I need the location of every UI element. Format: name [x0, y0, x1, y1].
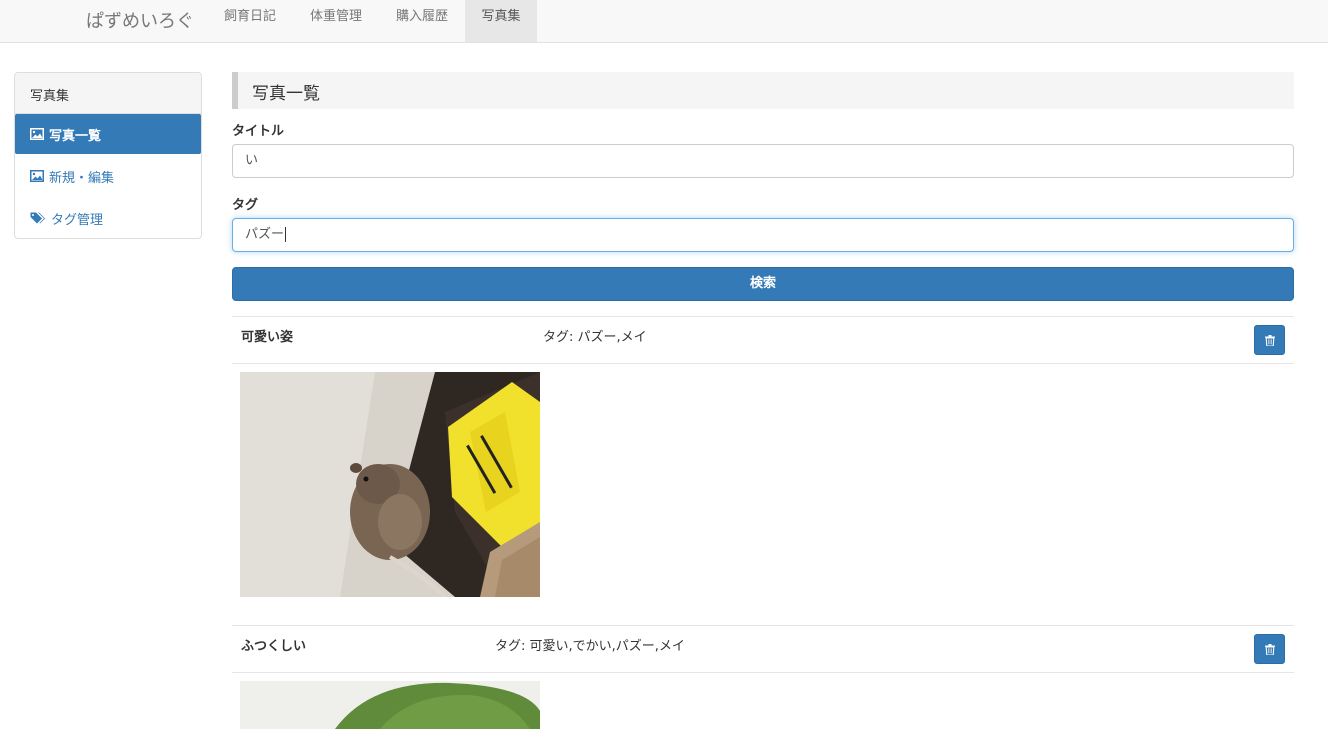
photo-title: ふつくしい — [241, 639, 307, 654]
tag-input[interactable]: パズー — [232, 218, 1294, 252]
top-navbar: ぱずめいろぐ 飼育日記 体重管理 購入履歴 写真集 — [0, 0, 1328, 43]
picture-icon — [30, 128, 44, 140]
photo-title: 可愛い姿 — [241, 330, 294, 345]
photo-tags-label: タグ: — [543, 330, 574, 345]
nav-purchase-history[interactable]: 購入履歴 — [382, 0, 462, 42]
photo-tags-value: 可愛い,でかい,パズー,メイ — [529, 639, 685, 654]
photo-image — [240, 372, 540, 597]
trash-icon — [1264, 643, 1275, 655]
photo-tags-value: パズー,メイ — [577, 330, 647, 345]
title-input-value: い — [245, 153, 259, 168]
delete-button[interactable] — [1254, 634, 1285, 664]
photo-image — [240, 681, 540, 729]
title-label: タイトル — [232, 124, 285, 139]
sidebar-item-tag-management[interactable]: タグ管理 — [15, 198, 201, 238]
sidebar-item-label: 新規・編集 — [49, 170, 115, 186]
divider — [232, 316, 1294, 317]
page-title: 写真一覧 — [232, 72, 1294, 109]
sidebar-item-label: タグ管理 — [51, 212, 104, 228]
photo-tags: タグ: 可愛い,でかい,パズー,メイ — [495, 635, 685, 654]
sidebar-item-label: 写真一覧 — [49, 128, 102, 144]
tag-label: タグ — [232, 198, 259, 213]
photo-tags-label: タグ: — [495, 639, 526, 654]
sidebar-item-new-edit[interactable]: 新規・編集 — [15, 156, 201, 196]
title-input[interactable]: い — [232, 144, 1294, 178]
search-button[interactable]: 検索 — [232, 267, 1294, 301]
tags-icon — [30, 212, 45, 223]
brand-logo[interactable]: ぱずめいろぐ — [86, 7, 194, 33]
tag-input-value: パズー — [245, 227, 285, 242]
trash-icon — [1264, 334, 1275, 346]
delete-button[interactable] — [1254, 325, 1285, 355]
nav-diary[interactable]: 飼育日記 — [210, 0, 290, 42]
nav-weight[interactable]: 体重管理 — [296, 0, 376, 42]
sidebar-heading: 写真集 — [15, 73, 201, 114]
divider — [232, 625, 1294, 626]
picture-icon — [30, 170, 44, 182]
sidebar-panel: 写真集 写真一覧 新規・編集 タグ管理 — [14, 72, 202, 239]
photo-tags: タグ: パズー,メイ — [543, 326, 647, 345]
divider — [232, 363, 1294, 364]
nav-photo-album[interactable]: 写真集 — [465, 0, 537, 42]
divider — [232, 672, 1294, 673]
sidebar-item-photo-list[interactable]: 写真一覧 — [15, 114, 201, 154]
text-cursor — [285, 227, 287, 242]
